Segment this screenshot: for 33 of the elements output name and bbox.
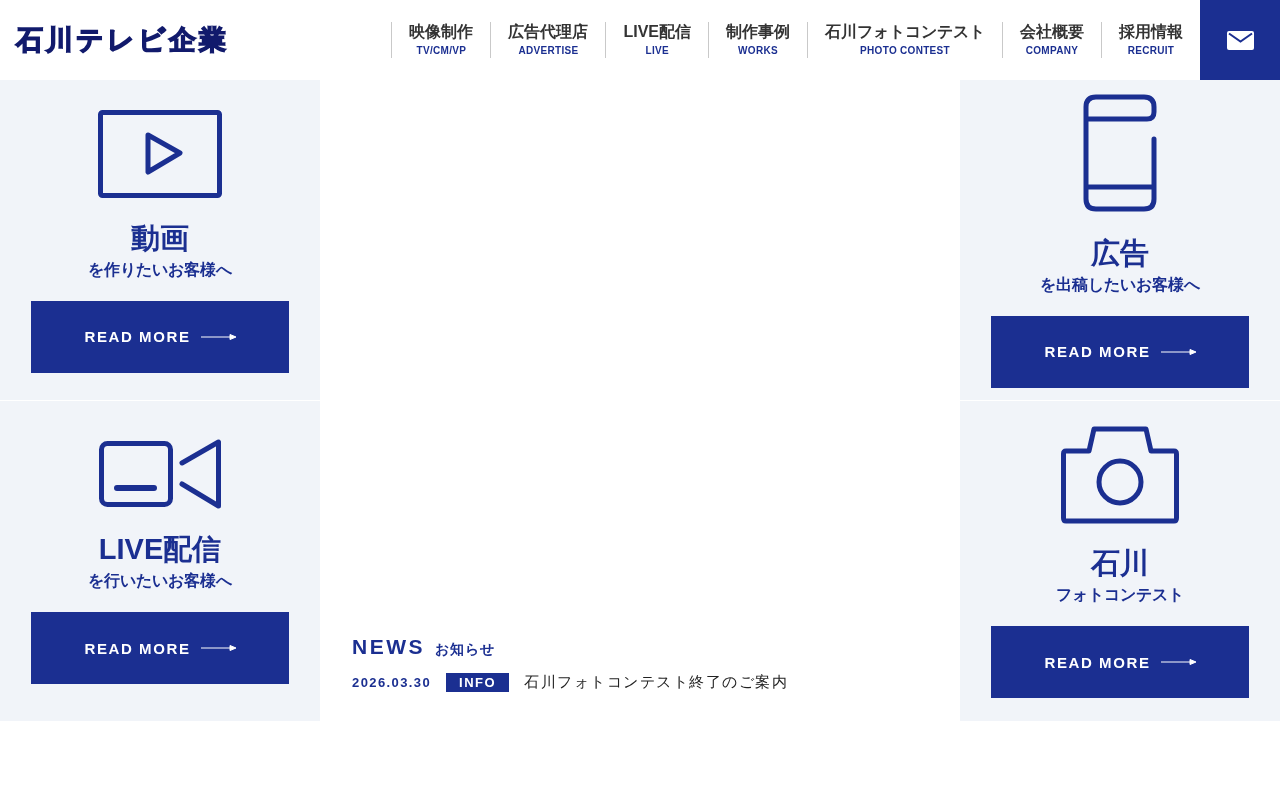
news-title-link[interactable]: 石川フォトコンテスト終了のご案内 [524,673,789,692]
nav-link[interactable]: LIVE配信 LIVE [605,22,708,58]
nav-link[interactable]: 映像制作 TV/CM/VP [391,22,491,58]
news-subheading: お知らせ [435,641,495,659]
read-more-button[interactable]: READ MORE [31,612,289,684]
card-title: 動画 [131,220,189,255]
video-camera-icon [98,438,222,510]
contact-button[interactable] [1200,0,1280,80]
site-logo[interactable]: 石川テレビ企業 [16,25,229,55]
mail-icon [1226,30,1254,50]
video-play-icon [97,107,223,199]
nav-link[interactable]: 石川フォトコンテスト PHOTO CONTEST [807,22,1002,58]
card-subtitle: を作りたいお客様へ [88,259,232,280]
arrow-icon [1160,659,1196,665]
card-subtitle: を出稿したいお客様へ [1040,274,1200,295]
read-more-button[interactable]: READ MORE [31,300,289,373]
camera-icon [1060,424,1180,524]
news-heading: NEWS [352,635,425,659]
nav-link[interactable]: 制作事例 WORKS [708,22,807,58]
category-tag: INFO [446,673,510,692]
card-subtitle: フォトコンテスト [1056,585,1184,605]
news-date: 2026.03.30 [352,675,432,690]
nav-link[interactable]: 会社概要 COMPANY [1002,22,1101,58]
arrow-icon [200,333,236,340]
card-title: 石川 [1091,546,1149,580]
arrow-icon [1160,348,1196,355]
card-subtitle: を行いたいお客様へ [88,571,232,591]
arrow-icon [200,645,236,651]
card-title: 広告 [1091,235,1149,270]
read-more-button[interactable]: READ MORE [991,315,1249,388]
card-title: LIVE配信 [98,532,222,566]
nav-link[interactable]: 広告代理店 ADVERTISE [490,22,606,58]
read-more-button[interactable]: READ MORE [991,626,1249,698]
